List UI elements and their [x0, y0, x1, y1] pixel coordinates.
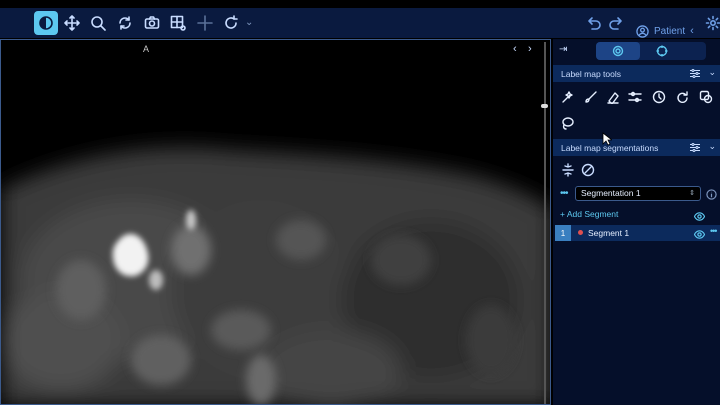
- slice-scrollbar[interactable]: [544, 42, 546, 404]
- wand-icon: [562, 91, 573, 103]
- tab-segmentation[interactable]: [596, 42, 640, 60]
- segment-visibility-button[interactable]: [693, 227, 706, 245]
- rotate-icon: [119, 16, 131, 30]
- orientation-label: A: [143, 44, 150, 54]
- sliders-icon[interactable]: [690, 69, 700, 78]
- capture-button[interactable]: [140, 11, 164, 35]
- redo-icon: [609, 17, 622, 30]
- select-arrows-icon: ⇕: [689, 190, 695, 197]
- layout-button[interactable]: [166, 11, 190, 35]
- main-toolbar: ⌄ Patient ‹: [0, 8, 720, 38]
- pan-icon: [64, 15, 80, 31]
- window-level-button[interactable]: [34, 11, 58, 35]
- medical-image: [1, 147, 550, 404]
- lasso-icon: [562, 117, 574, 130]
- settings-button[interactable]: [701, 11, 720, 35]
- crosshair-button[interactable]: [193, 11, 217, 35]
- zoom-icon: [91, 16, 106, 31]
- threshold-tool[interactable]: [626, 88, 644, 106]
- reset-icon: [225, 15, 238, 29]
- patient-label: Patient: [654, 25, 686, 37]
- circle-plus-icon: [652, 90, 666, 104]
- capture-icon: [144, 16, 160, 29]
- previous-viewport-icon[interactable]: ‹: [513, 43, 517, 55]
- image-viewport[interactable]: A ‹ ›: [0, 39, 551, 405]
- segment-index: 1: [555, 225, 571, 241]
- shapes-tool[interactable]: [650, 88, 668, 106]
- target-icon: [656, 45, 668, 57]
- add-segment-button[interactable]: + Add Segment: [560, 209, 618, 219]
- eraser-tool[interactable]: [604, 88, 622, 106]
- adjust-icon: [628, 91, 642, 103]
- brush-icon: [585, 91, 597, 103]
- gear-icon: [705, 15, 720, 31]
- segment-menu-icon[interactable]: •••: [710, 226, 718, 236]
- top-strip: [0, 0, 720, 8]
- collapse-panel-icon[interactable]: ⇥: [559, 44, 567, 55]
- label-map-segmentations-header[interactable]: Label map segmentations ⌄: [553, 139, 720, 156]
- palette-icon: [581, 163, 595, 177]
- tab-measurements[interactable]: [640, 42, 684, 60]
- undo-icon: [588, 17, 601, 30]
- split-icon: [562, 163, 574, 177]
- shapes-icon: [699, 90, 713, 104]
- interpolate-tool[interactable]: [673, 88, 691, 106]
- sliders-icon[interactable]: [690, 143, 700, 152]
- segmentation-info-button[interactable]: [706, 187, 717, 205]
- segmentation-menu-icon[interactable]: •••: [560, 188, 568, 199]
- segment-color-dot[interactable]: [578, 230, 583, 235]
- next-viewport-icon[interactable]: ›: [528, 43, 532, 55]
- eye-icon: [693, 230, 706, 239]
- segment-order-button[interactable]: [559, 161, 577, 179]
- rotate-button[interactable]: [113, 11, 137, 35]
- segment-name: Segment 1: [588, 228, 630, 238]
- segmentation-panel: ⇥ Label map tools ⌄ Label map segmentati…: [553, 39, 720, 405]
- segment-style-button[interactable]: [579, 161, 597, 179]
- segmentation-select[interactable]: Segmentation 1 ⇕: [575, 186, 701, 201]
- slice-scroll-thumb[interactable]: [541, 104, 548, 108]
- collapse-tools-icon[interactable]: ⌄: [708, 67, 716, 78]
- zoom-button[interactable]: [86, 11, 110, 35]
- pan-button[interactable]: [60, 11, 84, 35]
- panel-tabs: [596, 42, 706, 60]
- region-tool[interactable]: [697, 88, 715, 106]
- refresh-icon: [677, 91, 688, 104]
- chevron-left-icon: ‹: [690, 25, 694, 37]
- mouse-cursor-icon: [602, 132, 612, 146]
- crosshair-icon: [197, 15, 213, 31]
- reset-button[interactable]: [219, 11, 243, 35]
- info-icon: [706, 189, 717, 200]
- label-map-tools-title: Label map tools: [561, 68, 622, 79]
- eraser-icon: [607, 92, 619, 104]
- panel-header: ⇥: [553, 39, 720, 63]
- segmentation-select-value: Segmentation 1: [581, 188, 641, 198]
- brush-tool[interactable]: [582, 88, 600, 106]
- collapse-segmentations-icon[interactable]: ⌄: [708, 141, 716, 152]
- undo-button[interactable]: [582, 11, 606, 35]
- segmentation-icon: [612, 45, 624, 57]
- more-tools-chevron-icon[interactable]: ⌄: [245, 17, 253, 28]
- eye-icon: [693, 212, 706, 221]
- spline-tool[interactable]: [559, 114, 577, 132]
- segment-row[interactable]: 1 Segment 1 •••: [555, 225, 720, 241]
- label-map-edit-tool[interactable]: [559, 88, 577, 106]
- user-icon: [636, 24, 649, 38]
- label-map-tools-header[interactable]: Label map tools ⌄: [553, 65, 720, 82]
- redo-button[interactable]: [604, 11, 628, 35]
- window-level-icon: [39, 16, 53, 30]
- layout-icon: [170, 15, 186, 31]
